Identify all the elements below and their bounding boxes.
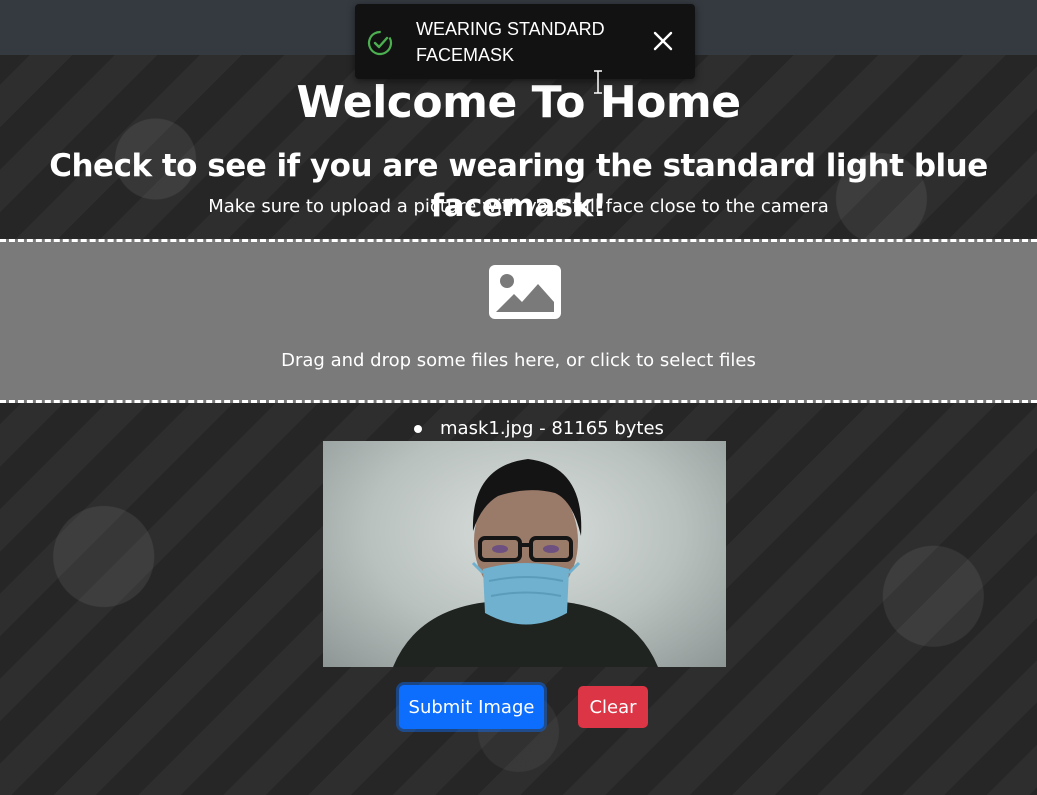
submit-image-button[interactable]: Submit Image: [399, 685, 544, 729]
upload-instruction: Make sure to upload a picture with your …: [208, 196, 829, 217]
image-icon: [489, 265, 561, 319]
file-list-item: mask1.jpg - 81165 bytes: [440, 418, 664, 439]
toast-message: WEARING STANDARD FACEMASK: [416, 19, 605, 65]
text-cursor-icon: [594, 70, 602, 94]
file-list: mask1.jpg - 81165 bytes: [0, 416, 1037, 442]
image-preview: [323, 441, 726, 667]
close-icon[interactable]: [652, 30, 674, 52]
file-dropzone[interactable]: Drag and drop some files here, or click …: [0, 239, 1037, 403]
success-toast: WEARING STANDARD FACEMASK: [355, 4, 695, 79]
clear-button[interactable]: Clear: [578, 686, 648, 728]
dropzone-hint: Drag and drop some files here, or click …: [281, 350, 756, 371]
page-title: Welcome To Home: [296, 77, 741, 128]
home-page: Welcome To Home Check to see if you are …: [0, 0, 1037, 795]
preview-photo: [393, 459, 658, 667]
check-circle-icon: [367, 30, 393, 56]
list-bullet: [414, 425, 422, 433]
